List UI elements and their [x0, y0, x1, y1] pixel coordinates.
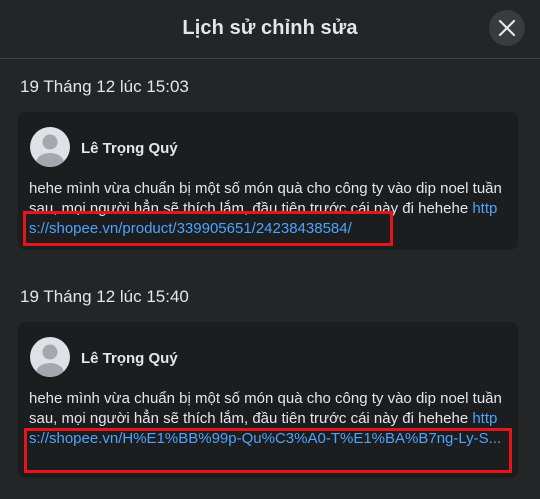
- close-icon: [498, 19, 516, 37]
- author-name[interactable]: Lê Trọng Quý: [81, 350, 178, 367]
- close-button[interactable]: [489, 10, 525, 46]
- highlight-box: [23, 211, 393, 246]
- dialog-title: Lịch sử chỉnh sửa: [182, 17, 358, 39]
- avatar[interactable]: [30, 337, 70, 377]
- default-avatar-icon: [36, 344, 64, 377]
- avatar[interactable]: [30, 127, 70, 167]
- dialog-header: Lịch sử chỉnh sửa: [0, 0, 540, 59]
- post-body: hehe mình vừa chuẩn bị một số món quà ch…: [29, 390, 502, 427]
- edit-timestamp: 19 Tháng 12 lúc 15:40: [20, 287, 189, 306]
- highlight-box: [24, 428, 512, 473]
- default-avatar-icon: [36, 134, 64, 167]
- author-name[interactable]: Lê Trọng Quý: [81, 140, 178, 157]
- edit-timestamp: 19 Tháng 12 lúc 15:03: [20, 77, 189, 96]
